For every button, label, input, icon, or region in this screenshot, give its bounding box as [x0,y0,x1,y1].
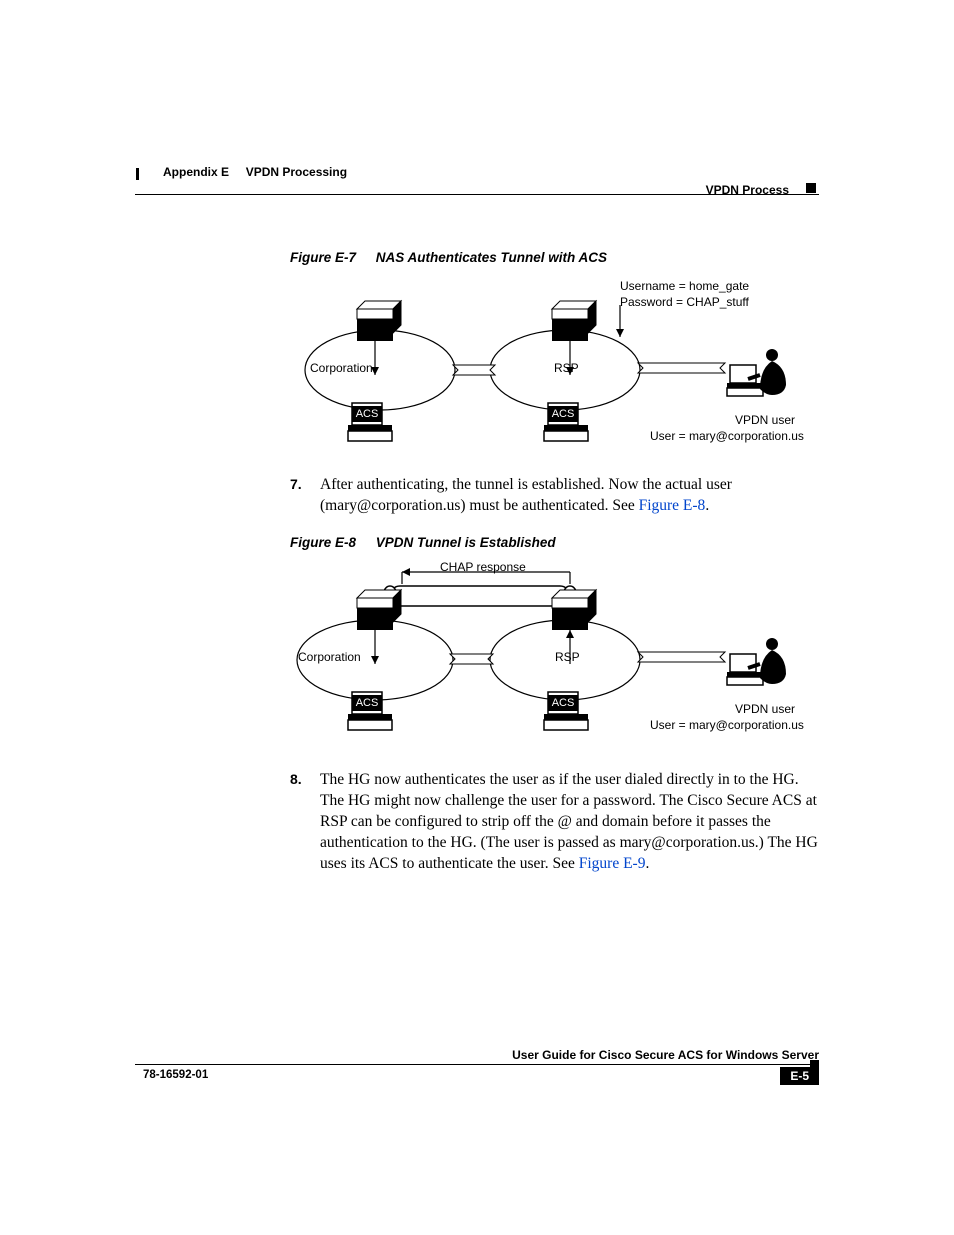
figure-e8-chap-label: CHAP response [440,560,526,576]
figure-e7-acs-right: ACS [548,406,578,422]
step-8-number: 8. [290,770,320,875]
document-page: Appendix E VPDN Processing VPDN Process … [0,0,954,1235]
step-8-text-a: The HG now authenticates the user as if … [320,771,818,872]
figure-e8-user-line: User = mary@corporation.us [650,718,818,734]
step-8-text: The HG now authenticates the user as if … [320,770,819,875]
step-8-text-b: . [645,855,649,872]
figure-e7-rsp-label: RSP [554,361,579,377]
figure-e7-label: Figure E-7 [290,250,356,265]
figure-e7-title: NAS Authenticates Tunnel with ACS [376,250,607,265]
page-footer: User Guide for Cisco Secure ACS for Wind… [135,1048,819,1085]
figure-e8-vpdn-label: VPDN user [710,702,820,718]
footer-rule [135,1064,819,1065]
step-7-text: After authenticating, the tunnel is esta… [320,475,819,517]
figure-e7-caption: Figure E-7 NAS Authenticates Tunnel with… [290,250,819,265]
figure-e8-acs-right: ACS [548,695,578,711]
step-8: 8. The HG now authenticates the user as … [290,770,819,875]
footer-guide-title: User Guide for Cisco Secure ACS for Wind… [135,1048,819,1062]
footer-bar: 78-16592-01 E-5 [135,1067,819,1085]
header-rule [135,194,819,195]
figure-e7-vpdn-label: VPDN user [710,413,820,429]
figure-e8-title: VPDN Tunnel is Established [376,535,556,550]
figure-e8-diagram: CHAP response Corporation RSP ACS ACS VP… [290,560,819,750]
footer-doc-number: 78-16592-01 [143,1069,208,1081]
header-left: Appendix E VPDN Processing [163,165,347,179]
figure-e8-corp-label: Corporation [298,650,361,666]
figure-e7-acs-left: ACS [352,406,382,422]
figure-e8-acs-left: ACS [352,695,382,711]
figure-e9-xref[interactable]: Figure E-9 [579,855,646,872]
figure-e8-caption: Figure E-8 VPDN Tunnel is Established [290,535,819,550]
figure-e7-username: Username = home_gate [620,279,749,295]
figure-e7-corp-label: Corporation [310,361,373,377]
step-7-number: 7. [290,475,320,517]
header-ornament-left [136,168,139,180]
step-7-text-b: . [705,497,709,514]
appendix-label: Appendix E [163,165,229,179]
step-7: 7. After authenticating, the tunnel is e… [290,475,819,517]
body-content: Figure E-7 NAS Authenticates Tunnel with… [290,250,819,892]
appendix-title: VPDN Processing [246,165,347,179]
figure-e8-xref[interactable]: Figure E-8 [639,497,706,514]
figure-e7-password: Password = CHAP_stuff [620,295,749,311]
figure-e8-label: Figure E-8 [290,535,356,550]
figure-e7-diagram: Username = home_gate Password = CHAP_stu… [290,275,819,455]
figure-e8-rsp-label: RSP [555,650,580,666]
figure-e7-user-line: User = mary@corporation.us [650,429,818,445]
footer-page-number: E-5 [780,1067,819,1085]
header-ornament-right [806,183,816,193]
